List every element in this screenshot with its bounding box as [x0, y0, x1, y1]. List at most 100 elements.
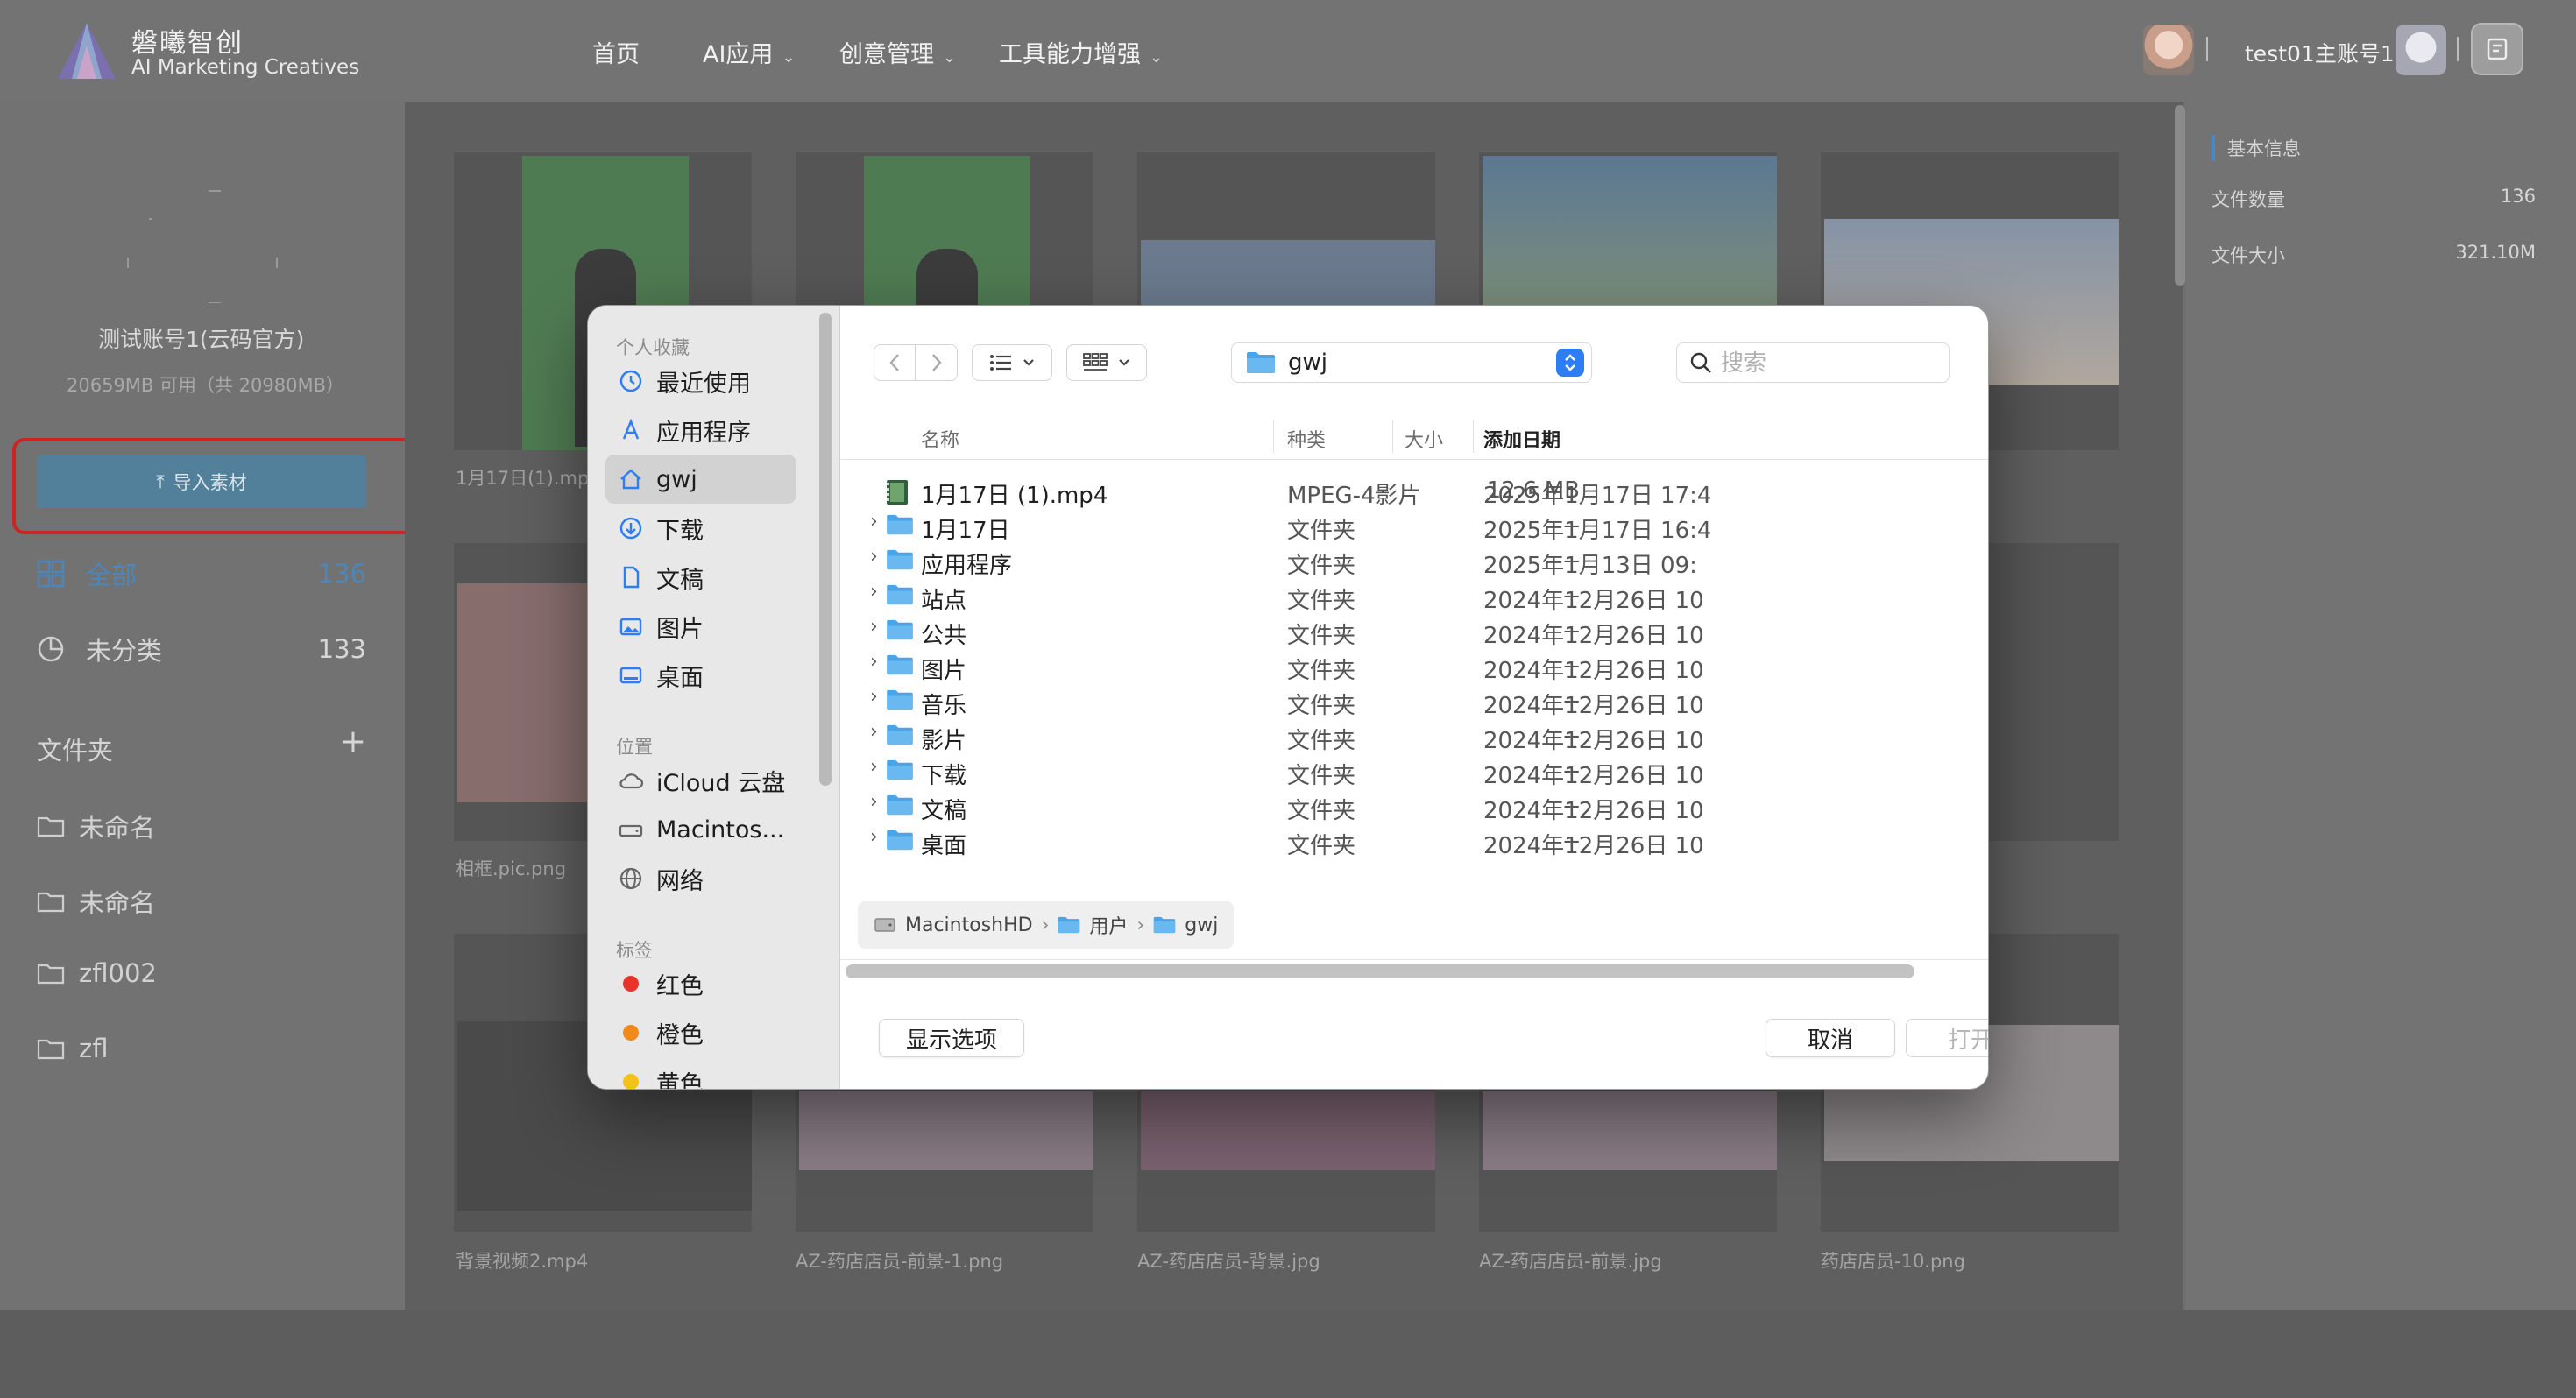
sidebar-item-applications[interactable]: 应用程序	[605, 406, 796, 455]
material-label: 相框.pic.png	[456, 858, 567, 879]
count: 136	[317, 559, 366, 589]
sidebar-item-recents[interactable]: 最近使用	[605, 357, 796, 406]
disclosure-chevron-icon[interactable]: ›	[870, 581, 878, 603]
chevron-down-icon: ⌄	[1150, 48, 1164, 67]
sidebar-tag-red[interactable]: 红色	[605, 959, 796, 1008]
sidebar-item-desktop[interactable]: 桌面	[605, 651, 796, 700]
column-name[interactable]: 名称	[921, 425, 959, 453]
search-field[interactable]	[1676, 342, 1950, 383]
disclosure-chevron-icon[interactable]: ›	[870, 616, 878, 638]
path-separator-icon: ›	[1136, 914, 1145, 936]
file-list-header: 名称 大小 种类 添加日期	[840, 413, 1988, 460]
disclosure-chevron-icon[interactable]: ›	[870, 826, 878, 848]
forward-button[interactable]	[916, 344, 958, 381]
folder-item[interactable]: 未命名	[37, 808, 155, 844]
column-date-added[interactable]: 添加日期	[1483, 425, 1560, 453]
view-grid-button[interactable]	[1066, 344, 1147, 381]
folder-icon	[886, 689, 914, 717]
open-button[interactable]: 打开	[1906, 1019, 1988, 1057]
disclosure-chevron-icon[interactable]: ›	[870, 511, 878, 533]
bottom-bar	[0, 1310, 2576, 1398]
folder-row[interactable]: › 图片 -- 文件夹 2024年12月26日 10	[840, 649, 1988, 684]
category-all[interactable]: 全部 136	[37, 555, 366, 592]
path-segment[interactable]: MacintoshHD	[905, 914, 1033, 936]
folder-row[interactable]: › 桌面 -- 文件夹 2024年12月26日 10	[840, 824, 1988, 859]
chevron-down-icon: ⌄	[782, 48, 796, 67]
folders-header: 文件夹 +	[37, 724, 366, 766]
folder-row[interactable]: › 下载 -- 文件夹 2024年12月26日 10	[840, 754, 1988, 789]
category-uncategorized[interactable]: 未分类 133	[37, 631, 366, 667]
disclosure-chevron-icon[interactable]: ›	[870, 756, 878, 778]
network-icon	[618, 865, 644, 892]
folder-row[interactable]: › 公共 -- 文件夹 2024年12月26日 10	[840, 614, 1988, 649]
nav-creative-mgmt[interactable]: 创意管理 ⌄	[839, 35, 956, 69]
folder-item[interactable]: zfl	[37, 1034, 109, 1063]
user-avatar[interactable]	[2396, 25, 2446, 75]
sidebar-item-home[interactable]: gwj	[605, 455, 796, 504]
sidebar-item-macintosh[interactable]: Macintos...	[605, 805, 796, 854]
location-dropdown[interactable]: gwj	[1231, 342, 1592, 383]
material-label: 背景视频2.mp4	[456, 1251, 589, 1272]
disk-icon	[618, 816, 644, 843]
column-size[interactable]: 大小	[1405, 425, 1443, 453]
nav-ai-apps[interactable]: AI应用 ⌄	[703, 35, 796, 69]
disclosure-chevron-icon[interactable]: ›	[870, 546, 878, 568]
brand-logo-icon	[58, 23, 116, 79]
folder-icon	[886, 654, 914, 681]
sidebar-item-pictures[interactable]: 图片	[605, 602, 796, 651]
folder-row[interactable]: › 1月17日 -- 文件夹 2025年1月17日 16:4	[840, 509, 1988, 544]
folder-row[interactable]: › 文稿 -- 文件夹 2024年12月26日 10	[840, 789, 1988, 824]
sidebar-tag-yellow[interactable]: 黄色	[605, 1057, 796, 1089]
sidebar-scrollbar[interactable]	[819, 313, 832, 786]
dialog-sidebar: 个人收藏 最近使用 应用程序 gwj 下载 文稿 图片 桌面 位置 iCloud…	[588, 306, 840, 1089]
folder-item[interactable]: zfl002	[37, 958, 157, 988]
search-input[interactable]	[1721, 349, 1931, 377]
notice-button[interactable]	[2471, 23, 2523, 75]
folder-item[interactable]: 未命名	[37, 883, 155, 920]
folder-row[interactable]: › 站点 -- 文件夹 2024年12月26日 10	[840, 579, 1988, 614]
path-segment[interactable]: 用户	[1089, 911, 1128, 939]
sidebar-item-downloads[interactable]: 下载	[605, 504, 796, 553]
sidebar-item-documents[interactable]: 文稿	[605, 553, 796, 602]
disclosure-chevron-icon[interactable]: ›	[870, 791, 878, 813]
document-icon	[618, 564, 644, 590]
divider	[2206, 37, 2208, 61]
sidebar-item-icloud[interactable]: iCloud 云盘	[605, 756, 796, 805]
scrollbar[interactable]	[2175, 105, 2185, 286]
tag-orange-dot	[623, 1025, 639, 1041]
show-options-button[interactable]: 显示选项	[879, 1019, 1024, 1057]
info-title: 基本信息	[2212, 135, 2301, 161]
dialog-main: gwj 名称 大小 种类 添加日期 1月17日 (1).mp4 12.6 MB …	[840, 306, 1988, 1089]
search-icon	[1690, 352, 1711, 373]
file-row[interactable]: 1月17日 (1).mp4 12.6 MB MPEG-4影片 2025年1月17…	[840, 474, 1988, 509]
count: 133	[317, 634, 366, 664]
chevron-down-icon	[1119, 359, 1129, 366]
view-list-button[interactable]	[972, 344, 1052, 381]
user-name[interactable]: test01主账号1	[2245, 37, 2395, 68]
column-divider	[1273, 420, 1274, 453]
disclosure-chevron-icon[interactable]: ›	[870, 686, 878, 708]
sidebar-tag-orange[interactable]: 橙色	[605, 1008, 796, 1057]
column-kind[interactable]: 种类	[1287, 425, 1326, 453]
folder-row[interactable]: › 音乐 -- 文件夹 2024年12月26日 10	[840, 684, 1988, 719]
file-size-row: 文件大小 321.10M	[2212, 242, 2536, 266]
org-avatar[interactable]	[2143, 25, 2194, 75]
nav-home[interactable]: 首页	[592, 35, 640, 69]
add-folder-icon[interactable]: +	[340, 724, 366, 759]
disclosure-chevron-icon[interactable]: ›	[870, 721, 878, 743]
horizontal-scrollbar[interactable]	[846, 964, 1914, 978]
info-panel: 基本信息 文件数量 136 文件大小 321.10M	[2185, 102, 2576, 1310]
folder-icon	[886, 794, 914, 822]
path-segment[interactable]: gwj	[1185, 914, 1218, 936]
highlight-annotation	[12, 438, 445, 534]
desktop-icon	[618, 662, 644, 688]
cloud-icon	[618, 767, 644, 794]
folder-row[interactable]: › 应用程序 -- 文件夹 2025年1月13日 09:	[840, 544, 1988, 579]
chevron-right-icon	[932, 354, 942, 371]
back-button[interactable]	[874, 344, 916, 381]
nav-tools[interactable]: 工具能力增强 ⌄	[999, 35, 1163, 69]
sidebar-item-network[interactable]: 网络	[605, 854, 796, 903]
cancel-button[interactable]: 取消	[1766, 1019, 1895, 1057]
disclosure-chevron-icon[interactable]: ›	[870, 651, 878, 673]
folder-row[interactable]: › 影片 -- 文件夹 2024年12月26日 10	[840, 719, 1988, 754]
